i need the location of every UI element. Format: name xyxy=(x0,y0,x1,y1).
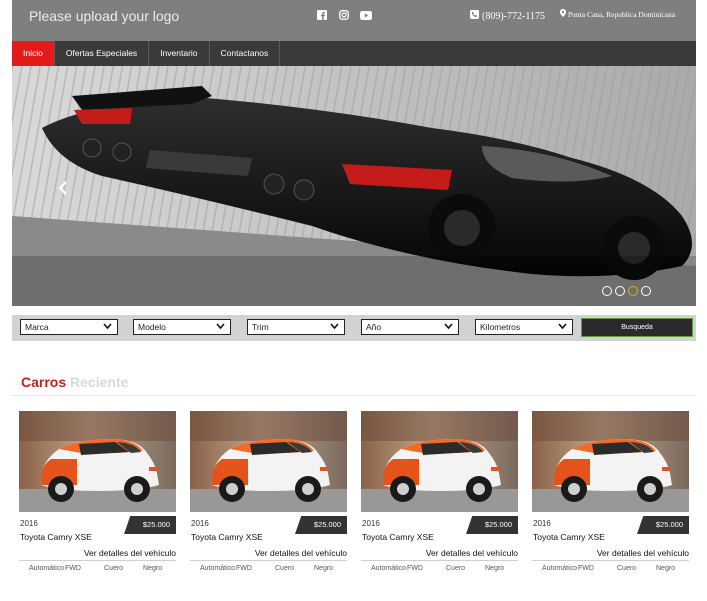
slider-dot[interactable] xyxy=(602,286,612,296)
phone-text: (809)-772-1175 xyxy=(482,10,545,22)
spec-transmission: Automático xyxy=(29,565,65,572)
view-details-link[interactable]: Ver detalles del vehículo xyxy=(84,548,176,558)
view-details-link[interactable]: Ver detalles del vehículo xyxy=(597,548,689,558)
section-title-secondary: Reciente xyxy=(70,374,129,390)
section-title: Carros Reciente xyxy=(21,374,128,390)
slider-dot[interactable] xyxy=(615,286,625,296)
slider-dot-active[interactable] xyxy=(628,286,638,296)
section-divider xyxy=(12,395,696,396)
phone-icon xyxy=(470,10,479,22)
car-model[interactable]: Toyota Camry XSE xyxy=(20,532,92,542)
nav-item-inventario[interactable]: Inventario xyxy=(149,41,210,66)
trim-select-value: Trim xyxy=(252,322,269,332)
car-year: 2016 xyxy=(533,519,551,528)
kilometros-select[interactable]: Kilometros xyxy=(475,319,573,335)
marca-select[interactable]: Marca xyxy=(20,319,118,335)
logo-placeholder[interactable]: Please upload your logo xyxy=(29,8,179,24)
location-text: Punta Cana, Republica Dominicana xyxy=(568,9,676,19)
spec-drivetrain: FWD xyxy=(407,565,423,572)
spec-drivetrain: FWD xyxy=(65,565,81,572)
car-model[interactable]: Toyota Camry XSE xyxy=(362,532,434,542)
phone-number[interactable]: (809)-772-1175 xyxy=(470,10,545,22)
modelo-select[interactable]: Modelo xyxy=(133,319,231,335)
search-bar: Marca Modelo Trim Año Kilometros Busqued… xyxy=(12,315,696,341)
chevron-down-icon xyxy=(216,323,225,330)
kilometros-select-value: Kilometros xyxy=(480,322,521,332)
location: Punta Cana, Republica Dominicana xyxy=(560,9,675,19)
modelo-select-value: Modelo xyxy=(138,322,166,332)
car-image[interactable] xyxy=(19,411,176,512)
spec-interior: Cuero xyxy=(446,565,466,572)
slider-prev-button[interactable] xyxy=(58,181,68,195)
car-card[interactable]: 2016 $25.000 Toyota Camry XSE Ver detall… xyxy=(19,411,176,572)
search-button[interactable]: Busqueda xyxy=(581,318,693,337)
nav-item-inicio[interactable]: Inicio xyxy=(12,41,55,66)
youtube-icon[interactable] xyxy=(360,9,372,21)
section-title-primary: Carros xyxy=(21,374,67,390)
view-details-link[interactable]: Ver detalles del vehículo xyxy=(255,548,347,558)
spec-color: Negro xyxy=(143,565,163,572)
top-bar: Please upload your logo (809)-772-1175 P… xyxy=(12,0,696,41)
card-divider xyxy=(190,560,347,561)
car-price: $25.000 xyxy=(466,516,518,534)
spec-color: Negro xyxy=(656,565,676,572)
car-model[interactable]: Toyota Camry XSE xyxy=(533,532,605,542)
slider-dots xyxy=(602,286,651,296)
car-card[interactable]: 2016 $25.000 Toyota Camry XSE Ver detall… xyxy=(361,411,518,572)
spec-drivetrain: FWD xyxy=(578,565,594,572)
spec-transmission: Automático xyxy=(371,565,407,572)
car-price: $25.000 xyxy=(295,516,347,534)
spec-transmission: Automático xyxy=(200,565,236,572)
ano-select-value: Año xyxy=(366,322,382,332)
nav-item-ofertas-especiales[interactable]: Ofertas Especiales xyxy=(55,41,150,66)
car-year: 2016 xyxy=(362,519,380,528)
chevron-down-icon xyxy=(444,323,453,330)
car-image[interactable] xyxy=(361,411,518,512)
car-year: 2016 xyxy=(20,519,38,528)
chevron-down-icon xyxy=(558,323,567,330)
trim-select[interactable]: Trim xyxy=(247,319,345,335)
nav-item-contactanos[interactable]: Contactanos xyxy=(210,41,281,66)
social-links xyxy=(316,9,372,21)
spec-color: Negro xyxy=(314,565,334,572)
chevron-down-icon xyxy=(103,323,112,330)
hero-car-image xyxy=(12,66,696,306)
card-divider xyxy=(532,560,689,561)
spec-interior: Cuero xyxy=(275,565,295,572)
spec-drivetrain: FWD xyxy=(236,565,252,572)
card-divider xyxy=(361,560,518,561)
car-year: 2016 xyxy=(191,519,209,528)
car-card[interactable]: 2016 $25.000 Toyota Camry XSE Ver detall… xyxy=(190,411,347,572)
facebook-icon[interactable] xyxy=(316,9,328,21)
main-nav: Inicio Ofertas Especiales Inventario Con… xyxy=(12,41,696,66)
car-price: $25.000 xyxy=(637,516,689,534)
slider-dot[interactable] xyxy=(641,286,651,296)
spec-interior: Cuero xyxy=(617,565,637,572)
spec-color: Negro xyxy=(485,565,505,572)
car-image[interactable] xyxy=(532,411,689,512)
ano-select[interactable]: Año xyxy=(361,319,459,335)
car-model[interactable]: Toyota Camry XSE xyxy=(191,532,263,542)
chevron-left-icon xyxy=(58,181,67,195)
view-details-link[interactable]: Ver detalles del vehículo xyxy=(426,548,518,558)
spec-transmission: Automático xyxy=(542,565,578,572)
car-card[interactable]: 2016 $25.000 Toyota Camry XSE Ver detall… xyxy=(532,411,689,572)
map-pin-icon xyxy=(560,9,566,19)
spec-interior: Cuero xyxy=(104,565,124,572)
car-image[interactable] xyxy=(190,411,347,512)
card-divider xyxy=(19,560,176,561)
hero-slider[interactable] xyxy=(12,66,696,306)
car-price: $25.000 xyxy=(124,516,176,534)
instagram-icon[interactable] xyxy=(338,9,350,21)
marca-select-value: Marca xyxy=(25,322,49,332)
chevron-down-icon xyxy=(330,323,339,330)
